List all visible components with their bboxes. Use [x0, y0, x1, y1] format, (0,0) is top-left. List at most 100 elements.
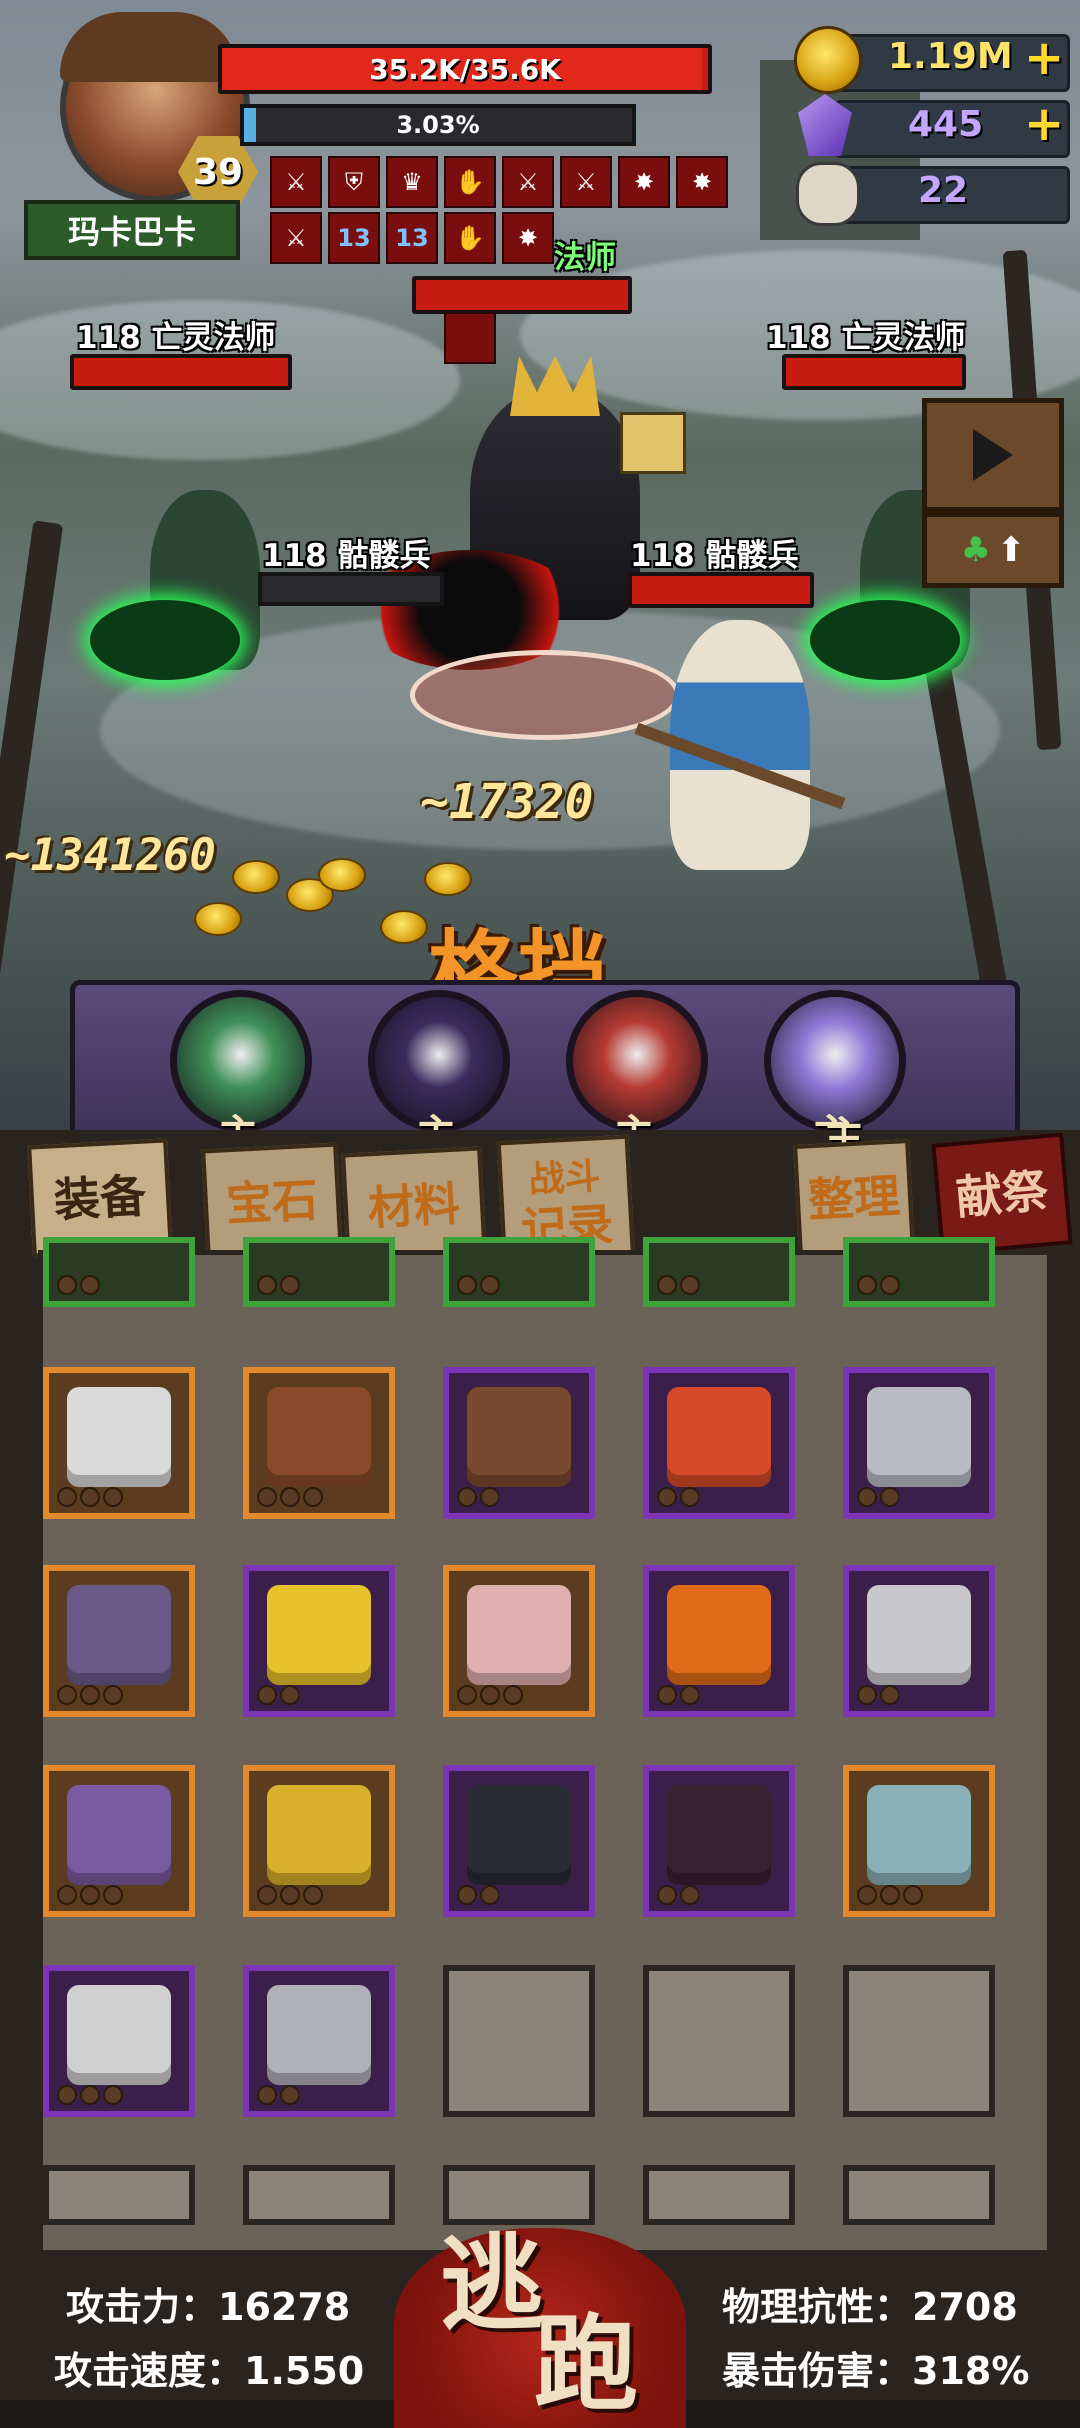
- gem-socket-icon: [903, 1885, 923, 1905]
- inventory-slot[interactable]: [243, 1765, 395, 1917]
- empty-inventory-slot[interactable]: [643, 2165, 795, 2225]
- enemy-name-skeleton-right: 118 骷髅兵: [630, 538, 799, 574]
- inventory-slot[interactable]: [643, 1565, 795, 1717]
- inventory-slot[interactable]: [843, 1765, 995, 1917]
- buff-stack-count: 13: [395, 224, 429, 252]
- lion-amulet-icon: [67, 1985, 171, 2085]
- crown-icon[interactable]: ♛: [386, 156, 438, 208]
- demon-glove-icon: [667, 1785, 771, 1885]
- empty-inventory-slot[interactable]: [643, 1965, 795, 2117]
- stat-crit-damage: 暴击伤害：318%: [722, 2349, 1030, 2393]
- empty-inventory-slot[interactable]: [843, 2165, 995, 2225]
- tab-label: 宝石: [224, 1172, 320, 1232]
- flee-label: 逃: [440, 2223, 545, 2345]
- buff-stack-count: 13: [337, 224, 371, 252]
- hand-up-icon[interactable]: ✋: [444, 156, 496, 208]
- watch-video-button[interactable]: [922, 398, 1064, 512]
- fire-ring-icon: [667, 1585, 771, 1685]
- enemy-hp-bar: [258, 572, 444, 606]
- sword-up-icon[interactable]: ⚔: [270, 212, 322, 264]
- gold-coin-drop[interactable]: [424, 862, 472, 896]
- inventory-slot[interactable]: [43, 1765, 195, 1917]
- gem-socket-icon: [303, 1487, 323, 1507]
- empty-inventory-slot[interactable]: [443, 2165, 595, 2225]
- inventory-slot[interactable]: [243, 1367, 395, 1519]
- inventory-slot[interactable]: [43, 1237, 195, 1307]
- gem-socket-icon: [257, 1685, 277, 1705]
- enemy-hp-bar: [782, 354, 966, 390]
- gem-socket-icon: [857, 1487, 877, 1507]
- stack-13-icon[interactable]: 13: [386, 212, 438, 264]
- inventory-slot[interactable]: [243, 1237, 395, 1307]
- gem-socket-icon: [280, 1275, 300, 1295]
- gem-socket-icon: [503, 1685, 523, 1705]
- hand-up-icon[interactable]: ✋: [444, 212, 496, 264]
- flower-cloak-icon: [67, 1785, 171, 1885]
- damage-number: ~1341260: [4, 830, 216, 881]
- sword-up-icon[interactable]: ⚔: [560, 156, 612, 208]
- flee-button[interactable]: 逃 跑: [394, 2228, 686, 2428]
- inventory-slot[interactable]: [843, 1565, 995, 1717]
- boss-hp-bar: [412, 276, 632, 314]
- gem-socket-icon: [657, 1885, 677, 1905]
- socket-row: [657, 1685, 700, 1705]
- gem-socket-icon: [80, 1487, 100, 1507]
- inventory-slot[interactable]: [643, 1367, 795, 1519]
- star-up-icon[interactable]: ✸: [502, 212, 554, 264]
- inventory-slot[interactable]: [43, 1565, 195, 1717]
- gold-coin-icon: [794, 26, 862, 94]
- sword-up-icon[interactable]: ⚔: [270, 156, 322, 208]
- gem-socket-icon: [57, 2085, 77, 2105]
- socket-row: [257, 1685, 300, 1705]
- gold-coin-drop[interactable]: [194, 902, 242, 936]
- empty-inventory-slot[interactable]: [843, 1965, 995, 2117]
- inventory-slot[interactable]: [243, 1965, 395, 2117]
- gem-socket-icon: [80, 1275, 100, 1295]
- socket-row: [657, 1487, 700, 1507]
- inventory-slot[interactable]: [43, 1367, 195, 1519]
- add-gold-button[interactable]: +: [1024, 34, 1064, 82]
- gem-socket-icon: [57, 1487, 77, 1507]
- star-up-icon[interactable]: ✸: [618, 156, 670, 208]
- gem-socket-icon: [457, 1487, 477, 1507]
- empty-inventory-slot[interactable]: [443, 1965, 595, 2117]
- battle-scene: 39 玛卡巴卡 35.2K/35.6K 3.03% ⚔ ⛨ ♛ ✋ ⚔ ⚔ ✸ ✸ ⚔ 13 13…: [0, 0, 1080, 1130]
- inventory-slot[interactable]: [843, 1367, 995, 1519]
- socket-row: [857, 1487, 900, 1507]
- inventory-slot[interactable]: [43, 1965, 195, 2117]
- socket-row: [857, 1885, 923, 1905]
- sword-up-icon[interactable]: ⚔: [502, 156, 554, 208]
- empty-inventory-slot[interactable]: [243, 2165, 395, 2225]
- shield-icon[interactable]: ⛨: [328, 156, 380, 208]
- dagger-icon: [267, 1985, 371, 2085]
- gem-amount: 445: [908, 104, 984, 145]
- inventory-slot[interactable]: [643, 1765, 795, 1917]
- inventory-slot[interactable]: [843, 1237, 995, 1307]
- inventory-slot[interactable]: [243, 1565, 395, 1717]
- gem-socket-icon: [457, 1885, 477, 1905]
- socket-row: [457, 1275, 500, 1295]
- tab-label: 整理: [806, 1168, 902, 1228]
- gold-coin-drop[interactable]: [232, 860, 280, 894]
- gem-socket-icon: [257, 1885, 277, 1905]
- inventory-slot[interactable]: [443, 1765, 595, 1917]
- gauntlets-icon: [67, 1387, 171, 1487]
- empty-inventory-slot[interactable]: [43, 2165, 195, 2225]
- gold-coin-drop[interactable]: [380, 910, 428, 944]
- add-gem-button[interactable]: +: [1024, 100, 1064, 148]
- inventory-slot[interactable]: [643, 1237, 795, 1307]
- gem-socket-icon: [880, 1885, 900, 1905]
- stack-13-icon[interactable]: 13: [328, 212, 380, 264]
- star-up-icon[interactable]: ✸: [676, 156, 728, 208]
- luck-boost-button[interactable]: ♣ ⬆: [922, 512, 1064, 588]
- gem-socket-icon: [80, 2085, 100, 2105]
- inventory-slot[interactable]: [443, 1237, 595, 1307]
- inventory-slot[interactable]: [443, 1565, 595, 1717]
- gem-socket-icon: [280, 1487, 300, 1507]
- gem-socket-icon: [857, 1685, 877, 1705]
- gold-coin-drop[interactable]: [318, 858, 366, 892]
- inventory-slot[interactable]: [443, 1367, 595, 1519]
- spellbook-icon: [620, 412, 686, 474]
- gem-socket-icon: [457, 1275, 477, 1295]
- socket-row: [457, 1685, 523, 1705]
